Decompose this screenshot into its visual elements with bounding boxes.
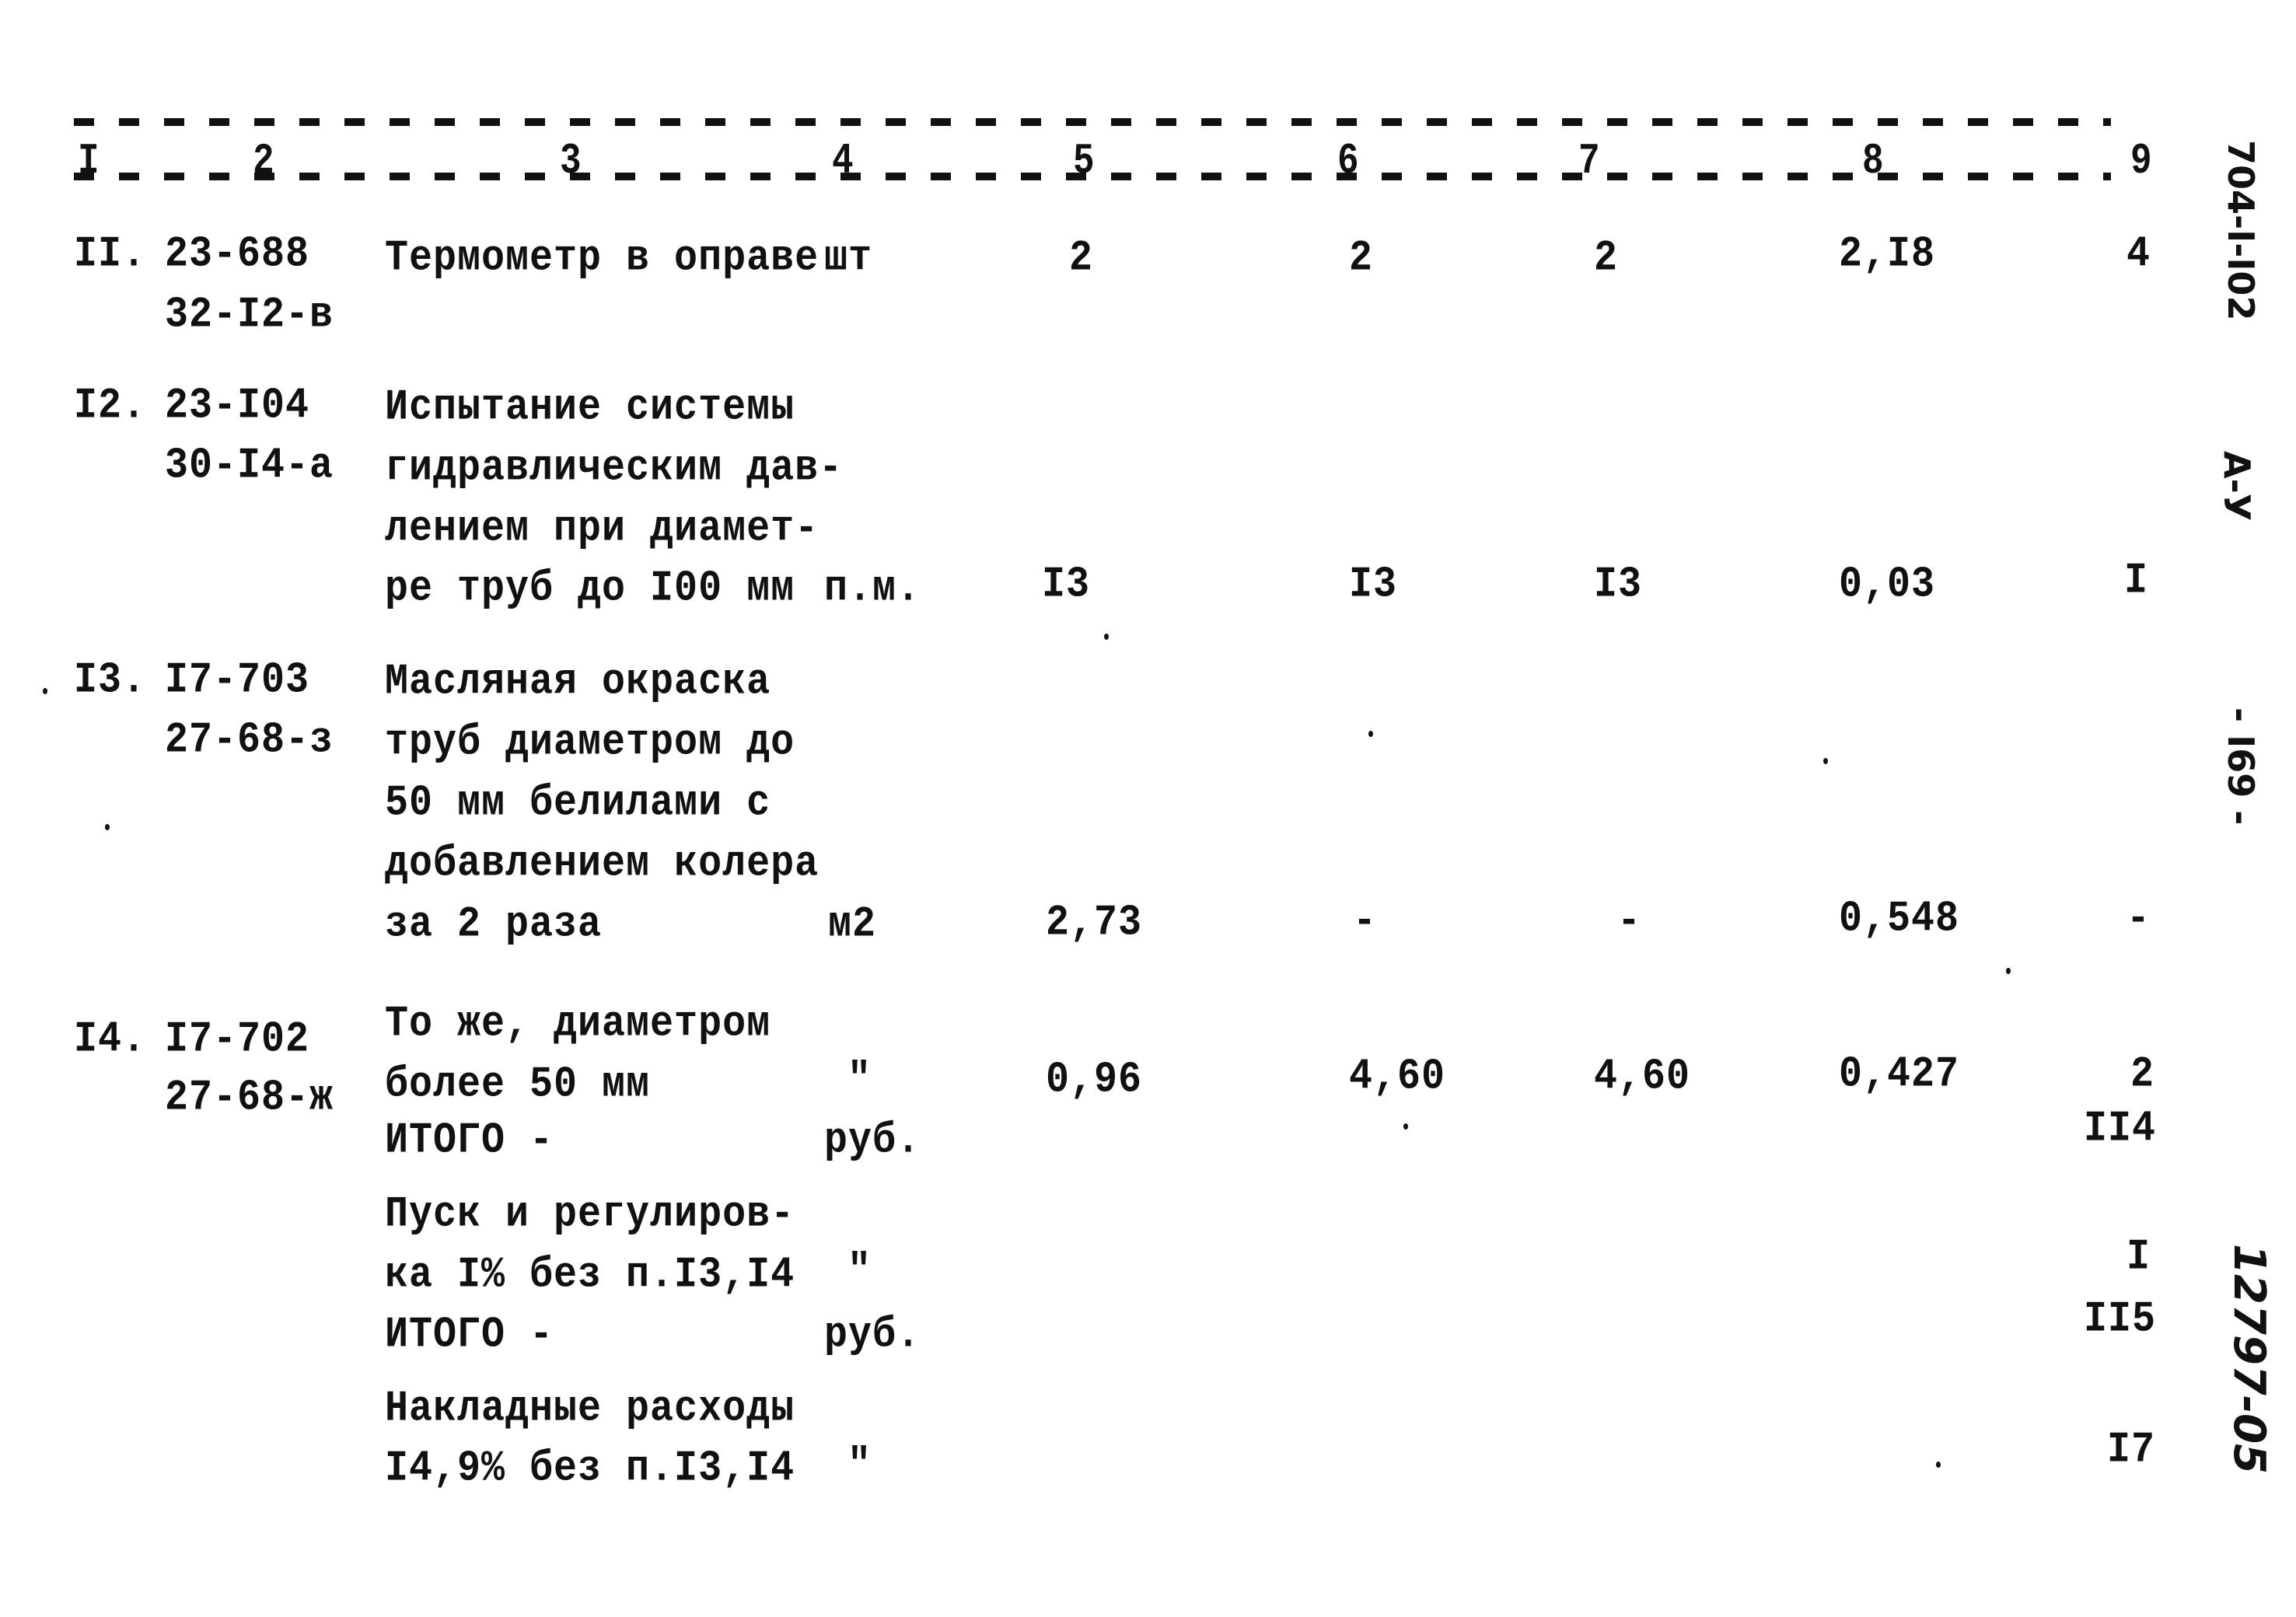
column-header-8: 8 <box>1862 137 1884 186</box>
margin-page-number: - I69 - <box>2220 707 2262 826</box>
scan-speck <box>1936 1462 1941 1468</box>
col5-value: 2,73 <box>1046 898 1143 948</box>
col5-value: 0,96 <box>1046 1055 1143 1105</box>
work-description: Термометр в оправе <box>385 233 820 284</box>
summary-value: I7 <box>2107 1425 2156 1476</box>
summary-label: ИТОГО - <box>385 1310 554 1360</box>
rate-code: 23-I04 <box>165 381 310 431</box>
col9-value: 2 <box>2130 1049 2155 1100</box>
col5-value: 2 <box>1069 233 1094 284</box>
col8-value: 2,I8 <box>1839 229 1936 280</box>
scan-speck <box>1403 1123 1408 1130</box>
col7-value: - <box>1617 896 1642 947</box>
row-number: II. <box>74 229 147 280</box>
row-number: I4. <box>74 1015 147 1065</box>
summary-value: II4 <box>2084 1104 2157 1154</box>
work-description-line: за 2 раза <box>385 899 603 950</box>
rate-code-secondary: 27-68-з <box>165 715 334 766</box>
col6-value: - <box>1353 896 1378 947</box>
col6-value: I3 <box>1349 560 1398 610</box>
column-header-4: 4 <box>832 137 854 186</box>
col5-value: I3 <box>1042 560 1091 610</box>
summary-label-line: ка I% без п.I3,I4 <box>385 1250 795 1301</box>
column-header-2: 2 <box>253 137 274 186</box>
work-description-line: лением при диамет- <box>385 504 820 554</box>
work-description-line: Испытание системы <box>385 382 795 433</box>
work-description-line: труб диаметром до <box>385 718 795 768</box>
scan-speck <box>1823 758 1828 764</box>
col7-value: I3 <box>1594 560 1643 610</box>
col7-value: 2 <box>1594 233 1619 284</box>
column-header-3: 3 <box>560 137 582 186</box>
summary-value: I <box>2127 1232 2151 1283</box>
summary-label-line: Накладные расходы <box>385 1384 795 1434</box>
summary-value: II5 <box>2084 1294 2157 1345</box>
summary-label: ИТОГО - <box>385 1116 554 1166</box>
work-description-line: Масляная окраска <box>385 657 771 707</box>
work-description-line: более 50 мм <box>385 1060 651 1110</box>
column-header-5: 5 <box>1073 137 1095 186</box>
header-top-rule <box>74 118 2111 126</box>
column-header-1: I <box>78 137 100 186</box>
column-header-9: 9 <box>2130 137 2152 186</box>
summary-label-line: Пуск и регулиров- <box>385 1189 795 1240</box>
row-number: I3. <box>74 655 147 706</box>
col8-value: 0,427 <box>1839 1049 1960 1100</box>
scan-speck <box>1368 731 1373 737</box>
margin-doc-code: 704-I-I02 <box>2220 140 2262 321</box>
summary-unit: руб. <box>824 1310 921 1360</box>
col9-value: I <box>2124 556 2149 606</box>
work-description-line: 50 мм белилами с <box>385 778 771 829</box>
col8-value: 0,03 <box>1839 560 1936 610</box>
summary-unit: руб. <box>824 1116 921 1166</box>
row-number: I2. <box>74 381 147 431</box>
work-description-line: То же, диаметром <box>385 999 771 1049</box>
document-page: I 2 3 4 5 6 7 8 9 II. 23-688 32-I2-в Тер… <box>0 0 2296 1617</box>
column-header-7: 7 <box>1578 137 1600 186</box>
work-description-line: добавлением колера <box>385 839 820 889</box>
margin-handwritten-code: 12797-05 <box>2224 1244 2274 1474</box>
col9-value: - <box>2127 894 2151 945</box>
work-description-line: гидравлическим дав- <box>385 443 844 494</box>
rate-code-secondary: 30-I4-а <box>165 441 334 491</box>
summary-label-line: I4,9% без п.I3,I4 <box>385 1444 795 1494</box>
rate-code-secondary: 27-68-ж <box>165 1073 334 1123</box>
col7-value: 4,60 <box>1594 1052 1691 1102</box>
col8-value: 0,548 <box>1839 894 1960 945</box>
unit: шт <box>824 233 873 284</box>
scan-speck <box>43 688 47 694</box>
rate-code: I7-702 <box>165 1015 310 1065</box>
summary-unit-ditto: " <box>847 1246 872 1297</box>
col6-value: 4,60 <box>1349 1052 1446 1102</box>
unit-ditto: " <box>847 1055 872 1105</box>
work-description-line: ре труб до I00 мм <box>385 564 795 614</box>
scan-speck <box>2006 968 2011 974</box>
col6-value: 2 <box>1349 233 1374 284</box>
scan-speck <box>1104 634 1109 640</box>
col9-value: 4 <box>2127 229 2151 280</box>
margin-album-label: А-У <box>2216 451 2258 522</box>
unit: п.м. <box>824 564 921 614</box>
rate-code-secondary: 32-I2-в <box>165 290 334 341</box>
summary-unit-ditto: " <box>847 1441 872 1491</box>
unit: м2 <box>828 899 877 950</box>
scan-speck <box>105 824 110 830</box>
column-header-6: 6 <box>1337 137 1359 186</box>
rate-code: 23-688 <box>165 229 310 280</box>
rate-code: I7-703 <box>165 655 310 706</box>
